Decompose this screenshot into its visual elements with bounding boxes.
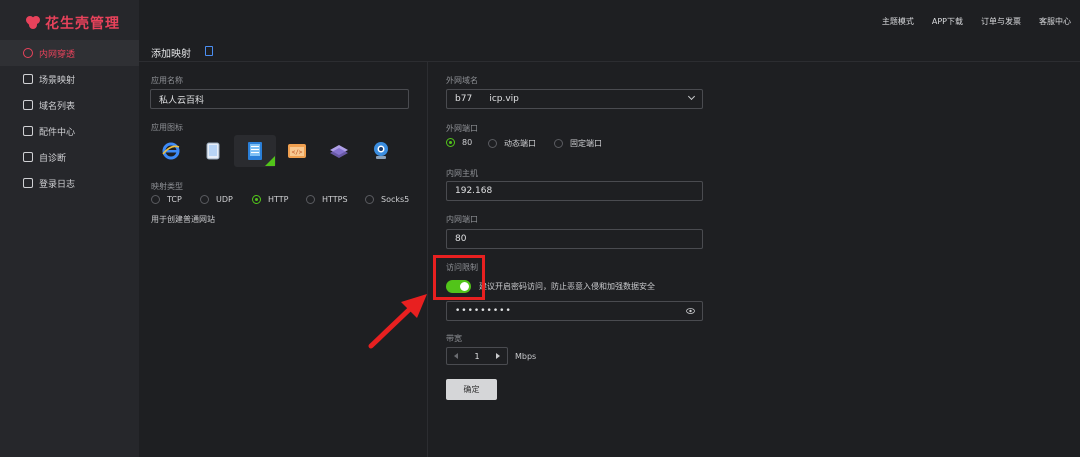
radio-socks5-label: Socks5 [381, 195, 410, 204]
map-type-tcp[interactable]: TCP [151, 195, 182, 204]
log-icon [23, 178, 33, 188]
layers-icon[interactable] [318, 135, 360, 167]
sidebar-item-label: 域名列表 [39, 101, 76, 112]
int-port-input[interactable]: 80 [446, 229, 703, 249]
domain-icon [23, 100, 33, 110]
increment-icon[interactable] [496, 353, 500, 359]
top-nav: 主题模式 APP下载 订单与发票 客服中心 [882, 16, 1071, 27]
chevron-down-icon [687, 92, 696, 101]
radio-https-label: HTTPS [322, 195, 348, 204]
topnav-theme[interactable]: 主题模式 [882, 16, 914, 27]
sidebar-item-label: 配件中心 [39, 127, 76, 138]
logo[interactable]: 花生壳管理 [24, 13, 120, 33]
decrement-icon[interactable] [454, 353, 458, 359]
radio-udp[interactable] [200, 195, 209, 204]
map-type-hint: 用于创建普通网站 [151, 215, 215, 224]
app-icon-label: 应用图标 [151, 123, 183, 132]
access-limit-desc: 建议开启密码访问，防止恶意入侵和加强数据安全 [479, 282, 655, 291]
radio-port-fixed[interactable] [554, 139, 563, 148]
penetrate-icon [23, 48, 33, 58]
sidebar-item-label: 自诊断 [39, 153, 67, 164]
radio-tcp-label: TCP [167, 195, 182, 204]
sidebar-item-penetrate[interactable]: 内网穿透 [0, 40, 139, 66]
confirm-button[interactable]: 确定 [446, 379, 497, 400]
column-divider [427, 62, 428, 457]
peanut-logo-icon [24, 14, 42, 30]
ext-domain-label: 外网域名 [446, 76, 478, 85]
sidebar-item-label: 场景映射 [39, 75, 76, 86]
password-value: ••••••••• [455, 306, 512, 316]
topnav-orders[interactable]: 订单与发票 [981, 16, 1021, 27]
password-input[interactable]: ••••••••• [446, 301, 703, 321]
bandwidth-unit: Mbps [515, 352, 537, 361]
sidebar-item-login-log[interactable]: 登录日志 [0, 170, 139, 196]
radio-udp-label: UDP [216, 195, 233, 204]
ext-port-fixed[interactable]: 固定端口 [554, 138, 602, 149]
code-window-icon[interactable]: </> [276, 135, 318, 167]
sidebar-item-label: 登录日志 [39, 179, 76, 190]
ext-domain-select[interactable]: b77 icp.vip [446, 89, 703, 109]
int-host-label: 内网主机 [446, 169, 478, 178]
radio-http-label: HTTP [268, 195, 289, 204]
int-port-label: 内网端口 [446, 215, 478, 224]
page-title: 添加映射 [151, 49, 191, 60]
tablet-icon[interactable] [192, 135, 234, 167]
grid-icon [23, 126, 33, 136]
sidebar-item-diagnose[interactable]: 自诊断 [0, 144, 139, 170]
ext-port-label: 外网端口 [446, 124, 478, 133]
topnav-app-download[interactable]: APP下载 [932, 16, 963, 27]
sidebar: 花生壳管理 内网穿透 场景映射 域名列表 配件中心 自诊断 登录日志 [0, 0, 139, 457]
sidebar-item-accessories[interactable]: 配件中心 [0, 118, 139, 144]
map-type-udp[interactable]: UDP [200, 195, 233, 204]
svg-text:</>: </> [292, 149, 303, 156]
book-icon[interactable] [234, 135, 276, 167]
bandwidth-stepper[interactable]: 1 [446, 347, 508, 365]
topnav-support[interactable]: 客服中心 [1039, 16, 1071, 27]
page-header: 添加映射 [139, 40, 1080, 62]
radio-port-dynamic-label: 动态端口 [504, 139, 536, 148]
sidebar-item-scene[interactable]: 场景映射 [0, 66, 139, 92]
annotation-arrow-icon [368, 294, 427, 349]
radio-port-dynamic[interactable] [488, 139, 497, 148]
int-host-input[interactable]: 192.168 [446, 181, 703, 201]
eye-icon[interactable] [686, 308, 695, 314]
scene-icon [23, 74, 33, 84]
map-type-label: 映射类型 [151, 182, 183, 191]
annotation-highlight-box [433, 255, 485, 300]
radio-tcp[interactable] [151, 195, 160, 204]
ext-domain-value: b77 icp.vip [455, 94, 519, 104]
radio-port-80[interactable] [446, 138, 455, 147]
document-icon[interactable] [205, 46, 213, 56]
webcam-icon[interactable] [360, 135, 402, 167]
map-type-socks5[interactable]: Socks5 [365, 195, 409, 204]
app-name-input[interactable]: 私人云百科 [150, 89, 409, 109]
logo-text: 花生壳管理 [45, 16, 120, 32]
radio-socks5[interactable] [365, 195, 374, 204]
ie-icon[interactable] [150, 135, 192, 167]
app-root: 花生壳管理 内网穿透 场景映射 域名列表 配件中心 自诊断 登录日志 主题模式 … [0, 0, 1080, 457]
ext-port-dynamic[interactable]: 动态端口 [488, 138, 536, 149]
radio-http[interactable] [252, 195, 261, 204]
topbar: 主题模式 APP下载 订单与发票 客服中心 [139, 0, 1080, 40]
selected-check-icon [265, 156, 275, 166]
bandwidth-label: 带宽 [446, 334, 462, 343]
radio-port-80-label: 80 [462, 138, 473, 147]
sidebar-item-domains[interactable]: 域名列表 [0, 92, 139, 118]
radio-port-fixed-label: 固定端口 [570, 139, 602, 148]
ext-port-80[interactable]: 80 [446, 138, 472, 147]
diagnose-icon [23, 152, 33, 162]
app-icon-picker: </> [150, 135, 402, 167]
map-type-http[interactable]: HTTP [252, 195, 288, 204]
radio-https[interactable] [306, 195, 315, 204]
app-name-label: 应用名称 [151, 76, 183, 85]
map-type-https[interactable]: HTTPS [306, 195, 348, 204]
bandwidth-value: 1 [474, 351, 480, 361]
sidebar-item-label: 内网穿透 [39, 49, 76, 60]
sidebar-nav: 内网穿透 场景映射 域名列表 配件中心 自诊断 登录日志 [0, 40, 139, 196]
